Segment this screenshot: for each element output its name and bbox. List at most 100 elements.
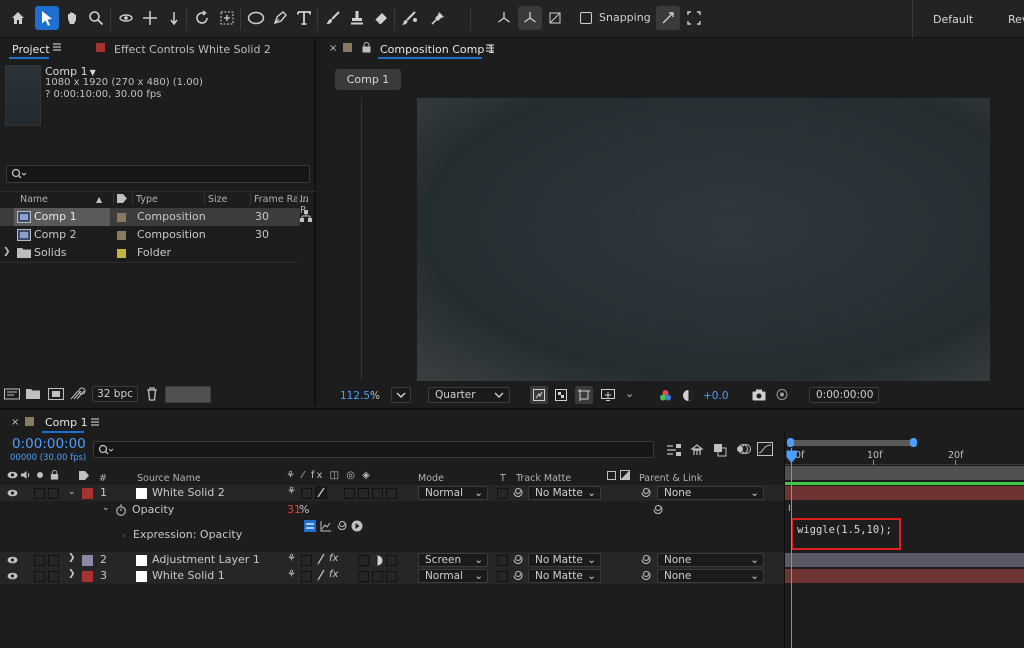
adjustment-switch-icon[interactable]: [372, 555, 383, 566]
playhead-icon[interactable]: [786, 450, 797, 464]
col-track-matte[interactable]: Track Matte: [516, 473, 571, 484]
layer-bar-3[interactable]: [785, 569, 1024, 583]
layer-bar-1[interactable]: [785, 486, 1024, 500]
puppet-pin-tool-icon[interactable]: [426, 6, 450, 30]
pickwhip-icon[interactable]: [512, 570, 524, 581]
tab-effect-controls[interactable]: Effect Controls White Solid 2: [114, 43, 271, 56]
layer-row-2[interactable]: ❯ 2 Adjustment Layer 1 ⚘ fx Screen ⌄ No M…: [0, 552, 784, 568]
orbit-camera-icon[interactable]: [114, 6, 138, 30]
mask-visibility-icon[interactable]: [575, 386, 593, 404]
pan-camera-icon[interactable]: [138, 6, 162, 30]
parent-dropdown[interactable]: None ⌄: [657, 553, 764, 567]
rotation-tool-icon[interactable]: [190, 6, 214, 30]
quality-switch-icon[interactable]: [316, 553, 326, 565]
current-time-indicator[interactable]: [791, 448, 792, 648]
comp-flowchart-icon[interactable]: [666, 443, 682, 457]
snap-edges-icon[interactable]: [682, 6, 706, 30]
pen-tool-icon[interactable]: [268, 6, 292, 30]
layer-label-color[interactable]: [82, 488, 93, 499]
track-matte-dropdown[interactable]: No Matte ⌄: [528, 553, 601, 567]
axis-view-icon[interactable]: [543, 6, 567, 30]
layer-mode-dropdown[interactable]: Normal ⌄: [418, 569, 488, 583]
property-row-opacity[interactable]: ⌄ Opacity 31 %: [0, 502, 784, 518]
solo-toggle-icon[interactable]: [37, 472, 43, 478]
panel-menu-icon[interactable]: [52, 42, 62, 52]
enable-expression-icon[interactable]: [304, 520, 316, 532]
col-mode[interactable]: Mode: [418, 473, 444, 484]
quality-switch-icon[interactable]: [316, 569, 326, 581]
layer-name[interactable]: Adjustment Layer 1: [152, 553, 260, 566]
eraser-tool-icon[interactable]: [369, 6, 393, 30]
chevron-right-icon[interactable]: ❯: [3, 247, 11, 257]
color-management-icon[interactable]: [682, 389, 695, 402]
chevron-down-icon[interactable]: ⌄: [68, 487, 76, 497]
motion-blur-icon[interactable]: [736, 442, 752, 456]
label-color-swatch[interactable]: [117, 249, 126, 258]
panel-menu-icon[interactable]: [485, 43, 495, 53]
zoom-dropdown[interactable]: [391, 387, 411, 403]
audio-toggle-icon[interactable]: [20, 470, 31, 480]
layer-mode-dropdown[interactable]: Normal ⌄: [418, 486, 488, 500]
pickwhip-icon[interactable]: [512, 554, 524, 565]
close-icon[interactable]: ×: [329, 43, 337, 54]
exposure-value[interactable]: +0.0: [703, 390, 729, 402]
snapshot-camera-icon[interactable]: [752, 389, 766, 401]
project-item-comp-2[interactable]: Comp 2 Composition 30: [0, 226, 300, 244]
project-search-input[interactable]: [6, 165, 310, 183]
eye-icon[interactable]: [7, 489, 18, 497]
workspace-default[interactable]: Default: [933, 0, 973, 38]
draft-3d-icon[interactable]: [690, 443, 704, 457]
effects-switch-icon[interactable]: fx: [329, 553, 338, 564]
axis-local-icon[interactable]: [492, 6, 516, 30]
work-area-bar[interactable]: [790, 440, 913, 446]
type-tool-icon[interactable]: [292, 6, 316, 30]
layer-row-1[interactable]: ⌄ 1 White Solid 2 ⚘ Normal ⌄ No Matte ⌄ No…: [0, 485, 784, 501]
layer-name[interactable]: White Solid 2: [152, 486, 225, 499]
close-icon[interactable]: ×: [11, 417, 19, 428]
lock-icon[interactable]: [50, 470, 59, 480]
time-ruler[interactable]: 0f 10f 20f: [785, 448, 1024, 465]
tab-project[interactable]: Project: [12, 43, 50, 56]
thumbnail-transparency-swatch[interactable]: [165, 386, 211, 403]
expression-text[interactable]: wiggle(1.5,10);: [797, 524, 892, 536]
parent-dropdown[interactable]: None ⌄: [657, 569, 764, 583]
dolly-camera-icon[interactable]: [162, 6, 186, 30]
home-icon[interactable]: [6, 6, 30, 30]
project-settings-icon[interactable]: [70, 387, 86, 401]
shy-switch-icon[interactable]: ⚘: [287, 553, 296, 564]
col-type[interactable]: Type: [136, 194, 158, 208]
flowchart-icon[interactable]: [300, 210, 312, 222]
ellipse-tool-icon[interactable]: [244, 6, 268, 30]
hand-tool-icon[interactable]: [60, 6, 84, 30]
shy-switch-icon[interactable]: ⚘: [287, 569, 296, 580]
property-pickwhip-icon[interactable]: [652, 504, 664, 515]
current-time-display[interactable]: 0:00:00:00: [809, 387, 879, 403]
panel-menu-icon[interactable]: [90, 417, 100, 427]
label-color-swatch[interactable]: [117, 231, 126, 240]
layer-mode-dropdown[interactable]: Screen ⌄: [418, 553, 488, 567]
resolution-dropdown[interactable]: Quarter: [428, 387, 510, 403]
graph-editor-icon[interactable]: [757, 442, 773, 456]
transparency-grid-icon[interactable]: [555, 389, 567, 401]
layer-bar-2[interactable]: [785, 553, 1024, 567]
stopwatch-icon[interactable]: [115, 504, 127, 516]
expression-language-menu-icon[interactable]: [351, 520, 363, 532]
zoom-tool-icon[interactable]: [84, 6, 108, 30]
trash-icon[interactable]: [146, 387, 158, 401]
track-matte-dropdown[interactable]: No Matte ⌄: [528, 486, 601, 500]
label-column-icon[interactable]: [116, 193, 128, 204]
workspace-review[interactable]: Rev: [1008, 0, 1024, 38]
track-matte-dropdown[interactable]: No Matte ⌄: [528, 569, 601, 583]
parent-dropdown[interactable]: None ⌄: [657, 486, 764, 500]
new-composition-icon[interactable]: [48, 388, 64, 400]
brush-tool-icon[interactable]: [321, 6, 345, 30]
label-color-swatch[interactable]: [117, 213, 126, 222]
lock-icon[interactable]: [362, 42, 371, 53]
new-folder-icon[interactable]: [26, 388, 40, 400]
chevron-right-icon[interactable]: ❯: [68, 553, 76, 563]
chevron-down-icon[interactable]: ⌄: [102, 503, 110, 513]
work-area-end-handle[interactable]: [910, 438, 917, 447]
project-item-solids[interactable]: ❯ Solids Folder: [0, 244, 300, 262]
region-of-interest-icon[interactable]: [601, 389, 615, 401]
bit-depth-button[interactable]: 32 bpc: [92, 386, 138, 402]
